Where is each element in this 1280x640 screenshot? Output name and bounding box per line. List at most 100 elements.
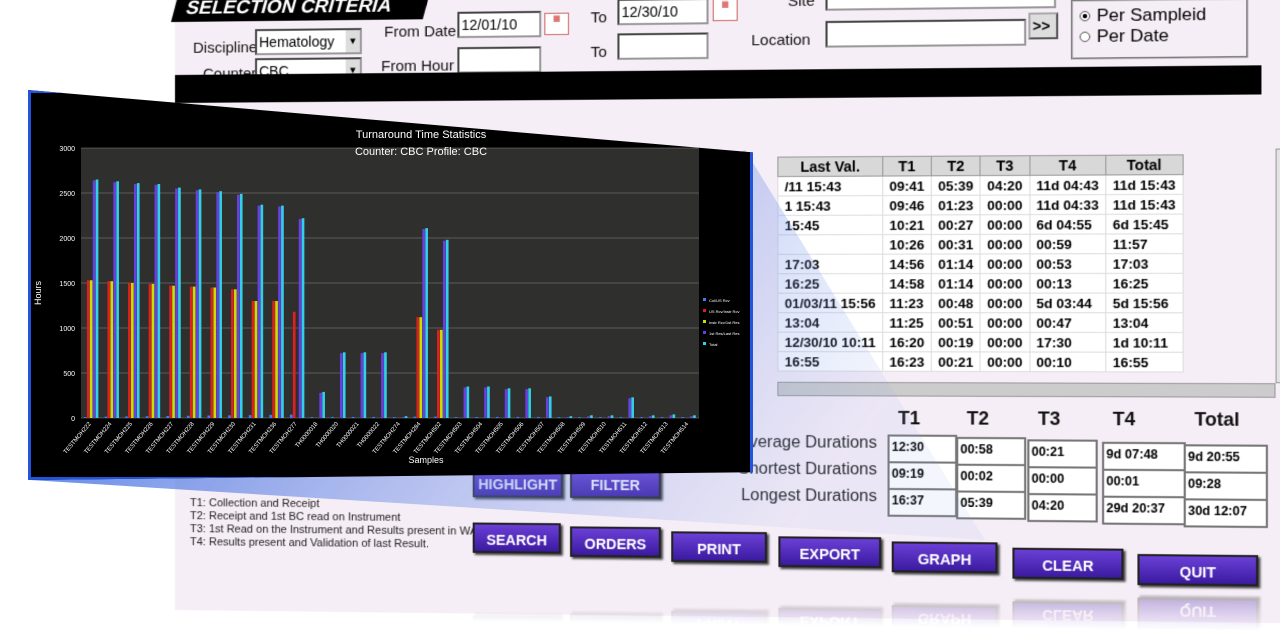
graph-button[interactable]: GRAPH bbox=[891, 541, 998, 574]
table-row[interactable]: 15:45 10:21 00:27 00:00 6d 04:55 6d 15:45 bbox=[777, 214, 1183, 235]
stats-value: 00:58 bbox=[956, 436, 1027, 467]
column-header[interactable]: T3 bbox=[980, 155, 1030, 176]
legend-entry: Col/US Rcv bbox=[709, 298, 730, 303]
stats-header: T1 bbox=[898, 407, 921, 429]
legend-entry: US Rcv/Instr Rcv bbox=[709, 309, 739, 314]
table-cell: 16:55 bbox=[1105, 352, 1183, 373]
table-row[interactable]: 10:26 00:31 00:00 00:59 11:57 bbox=[777, 233, 1183, 255]
bar bbox=[178, 187, 181, 418]
bar bbox=[537, 416, 540, 418]
table-cell: 10:26 bbox=[882, 234, 932, 255]
table-cell: 11d 04:43 bbox=[1029, 174, 1106, 195]
bar bbox=[95, 179, 99, 418]
bar bbox=[257, 205, 261, 418]
table-row[interactable]: 13:04 11:25 00:51 00:00 00:47 13:04 bbox=[777, 312, 1183, 333]
bar bbox=[231, 289, 234, 418]
bar bbox=[239, 193, 243, 418]
table-row[interactable]: 12/30/10 10:11 16:20 00:19 00:00 17:30 1d 10:… bbox=[777, 332, 1183, 353]
stats-value: 00:01 bbox=[1102, 468, 1186, 499]
table-row[interactable]: 16:25 14:58 01:14 00:00 00:13 16:25 bbox=[777, 273, 1183, 294]
bar bbox=[384, 352, 387, 418]
bar bbox=[125, 416, 128, 418]
bar bbox=[251, 301, 255, 418]
discipline-select[interactable]: Hematology bbox=[255, 28, 362, 56]
bar bbox=[651, 415, 655, 418]
calendar-icon[interactable]: ▦ bbox=[544, 12, 569, 36]
stats-header: T2 bbox=[966, 408, 990, 429]
quit-button[interactable]: QUIT bbox=[1137, 553, 1259, 587]
bar bbox=[484, 387, 487, 418]
table-cell bbox=[777, 234, 883, 255]
column-header[interactable]: T4 bbox=[1029, 155, 1106, 176]
legend-entry: 1st Res/Last Res bbox=[709, 331, 739, 336]
bar bbox=[198, 189, 202, 418]
location-input[interactable] bbox=[825, 18, 1027, 48]
bar bbox=[569, 416, 573, 418]
bar bbox=[278, 206, 281, 418]
radio-icon[interactable] bbox=[1079, 31, 1091, 43]
from-date-input[interactable]: 12/01/10 bbox=[457, 10, 542, 39]
bar bbox=[640, 417, 643, 418]
bar bbox=[275, 301, 278, 418]
to-date-label: To bbox=[590, 9, 607, 27]
column-header[interactable]: T2 bbox=[931, 155, 981, 176]
vertical-scrollbar[interactable]: ▲▼ bbox=[1275, 148, 1280, 384]
bar bbox=[236, 194, 240, 418]
column-header[interactable]: T1 bbox=[882, 156, 932, 177]
table-cell: 5d 15:56 bbox=[1105, 293, 1183, 313]
to-hour-input[interactable] bbox=[617, 32, 709, 60]
bar bbox=[207, 415, 211, 418]
table-row[interactable]: 1 15:43 09:46 01:23 00:00 11d 04:33 11d 15:43 bbox=[777, 194, 1183, 216]
orders-button[interactable]: ORDERS bbox=[570, 526, 661, 558]
radio-per-sampleid[interactable]: Per Sampleid bbox=[1079, 4, 1240, 27]
x-axis-label: Samples bbox=[408, 455, 444, 465]
table-cell: 16:25 bbox=[777, 273, 883, 294]
site-input[interactable] bbox=[825, 0, 1057, 11]
column-header[interactable]: Total bbox=[1105, 154, 1183, 175]
stats-value: 9d 07:48 bbox=[1102, 441, 1186, 472]
bar bbox=[301, 218, 305, 418]
bar bbox=[516, 416, 520, 418]
bar bbox=[590, 415, 593, 418]
table-cell: 00:00 bbox=[980, 351, 1030, 372]
horizontal-scrollbar[interactable] bbox=[777, 381, 1276, 398]
table-cell: 00:19 bbox=[931, 332, 981, 352]
bar bbox=[404, 416, 408, 418]
export-button[interactable]: EXPORT bbox=[778, 536, 882, 569]
bar bbox=[219, 191, 222, 418]
search-button[interactable]: SEARCH bbox=[472, 522, 561, 554]
table-cell: 6d 04:55 bbox=[1029, 214, 1106, 235]
stats-value: 12:30 bbox=[887, 434, 958, 464]
table-row[interactable]: 17:03 14:56 01:14 00:00 00:53 17:03 bbox=[777, 253, 1183, 274]
bar bbox=[648, 416, 652, 418]
from-date-label: From Date bbox=[384, 22, 457, 41]
print-button[interactable]: PRINT bbox=[671, 531, 767, 563]
bar bbox=[507, 388, 511, 418]
table-row[interactable]: 16:55 16:23 00:21 00:00 00:10 16:55 bbox=[777, 351, 1183, 373]
table-row[interactable]: /11 15:43 09:41 05:39 04:20 11d 04:43 11d 15:… bbox=[777, 174, 1183, 197]
clear-button[interactable]: CLEAR bbox=[1012, 547, 1124, 580]
from-hour-input[interactable] bbox=[457, 46, 542, 74]
to-date-input[interactable]: 12/30/10 bbox=[617, 0, 709, 26]
table-cell: 17:03 bbox=[1105, 253, 1183, 274]
calendar-icon[interactable]: ▦ bbox=[712, 0, 738, 22]
radio-icon[interactable] bbox=[1079, 10, 1091, 22]
table-cell: 00:00 bbox=[980, 293, 1030, 313]
table-cell: 13:04 bbox=[1105, 312, 1183, 333]
to-hour-label: To bbox=[590, 43, 607, 62]
table-row[interactable]: 01/03/11 15:56 11:23 00:48 00:00 5d 03:44 5d … bbox=[777, 293, 1183, 313]
bar bbox=[210, 287, 214, 418]
legend-swatch bbox=[703, 342, 706, 345]
radio-per-date[interactable]: Per Date bbox=[1079, 25, 1240, 47]
y-tick-label: 1500 bbox=[59, 281, 75, 288]
bar bbox=[681, 417, 684, 418]
table-cell: 00:51 bbox=[931, 312, 981, 333]
discipline-label: Discipline bbox=[192, 39, 258, 57]
bar bbox=[360, 353, 364, 418]
bar bbox=[466, 386, 470, 418]
y-tick-label: 1000 bbox=[59, 326, 75, 333]
location-picker-button[interactable]: >> bbox=[1028, 12, 1059, 40]
bar bbox=[83, 417, 87, 418]
bar bbox=[248, 415, 252, 418]
column-header[interactable]: Last Val. bbox=[777, 156, 883, 177]
